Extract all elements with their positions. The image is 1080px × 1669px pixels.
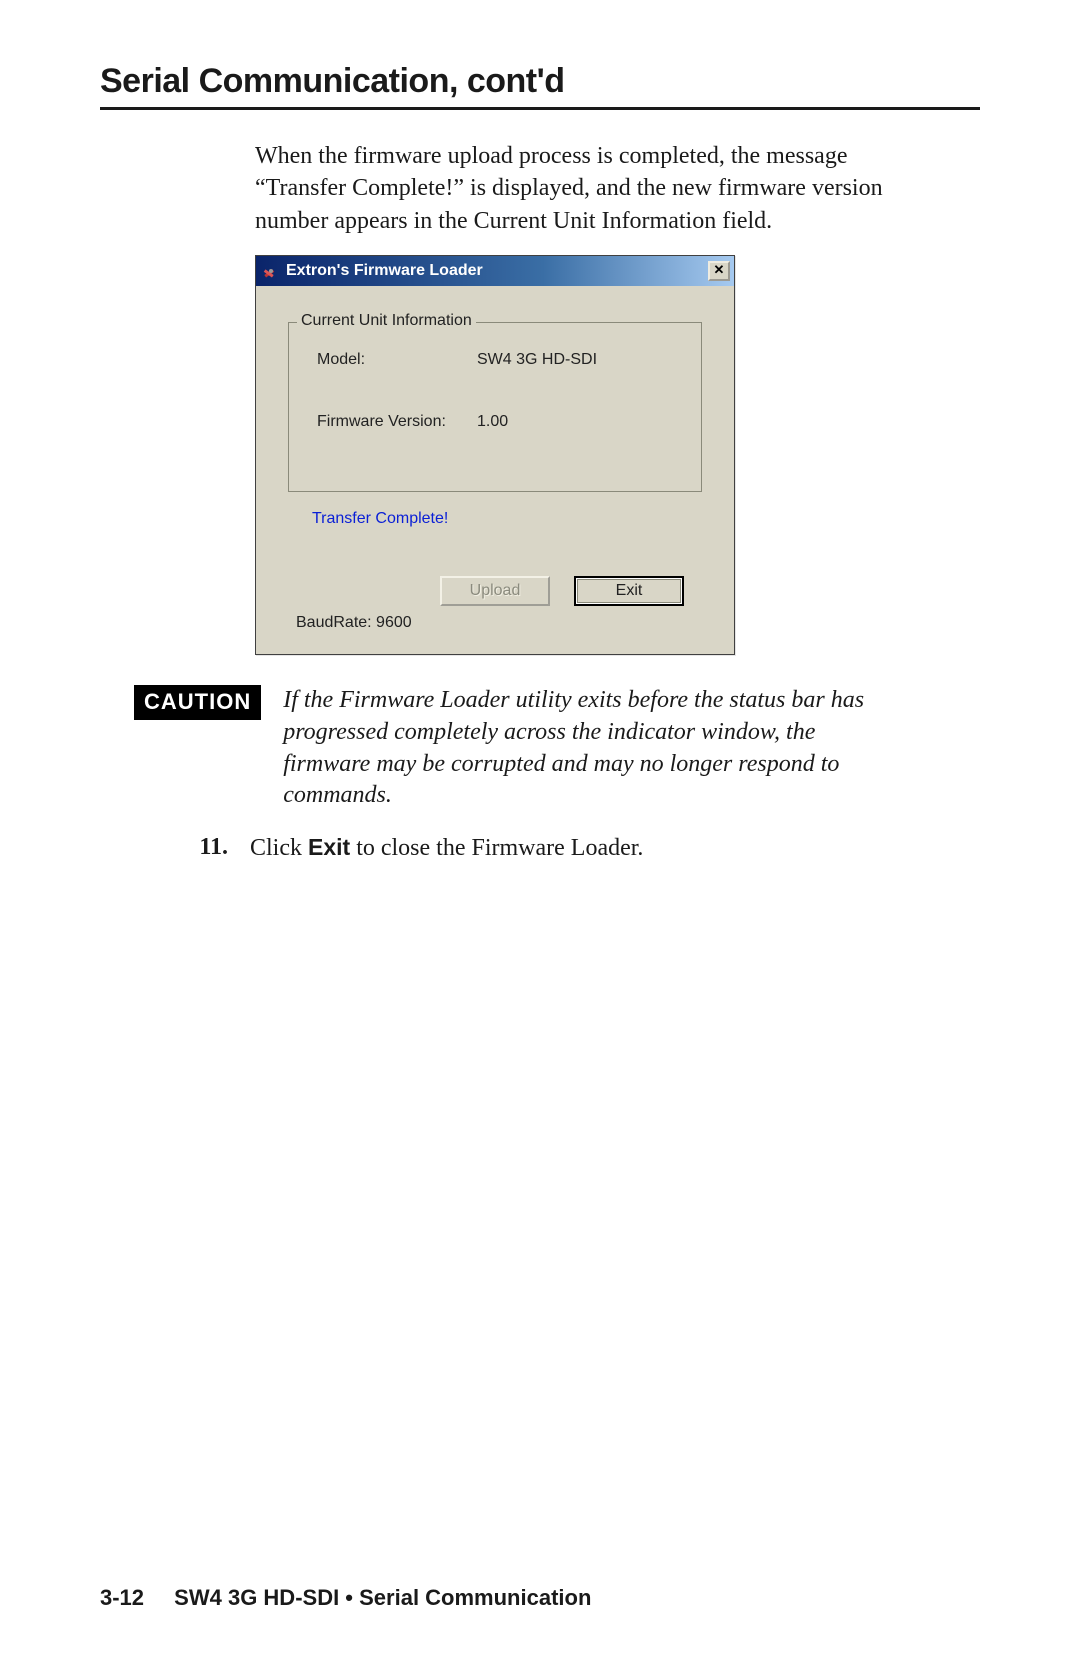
dialog-titlebar: Extron's Firmware Loader ✕	[256, 256, 734, 286]
page-footer: 3-12 SW4 3G HD-SDI • Serial Communicatio…	[100, 1585, 591, 1611]
current-unit-groupbox: Current Unit Information Model: SW4 3G H…	[288, 322, 702, 492]
page-number: 3-12	[100, 1585, 144, 1610]
step-number: 11.	[190, 834, 228, 862]
caution-badge: CAUTION	[134, 685, 261, 720]
model-value: SW4 3G HD-SDI	[477, 351, 597, 369]
model-label: Model:	[317, 351, 477, 369]
baud-rate-label: BaudRate: 9600	[296, 614, 714, 632]
app-icon	[262, 262, 280, 280]
status-message: Transfer Complete!	[312, 510, 714, 528]
dialog-title: Extron's Firmware Loader	[286, 262, 708, 280]
caution-text: If the Firmware Loader utility exits bef…	[283, 685, 903, 812]
close-icon[interactable]: ✕	[708, 261, 730, 281]
step-text: Click Exit to close the Firmware Loader.	[250, 834, 643, 862]
upload-button[interactable]: Upload	[440, 576, 550, 606]
firmware-version-value: 1.00	[477, 413, 508, 431]
firmware-loader-dialog: Extron's Firmware Loader ✕ Current Unit …	[255, 255, 735, 655]
page-title: Serial Communication, cont'd	[100, 62, 980, 110]
firmware-version-label: Firmware Version:	[317, 413, 477, 431]
exit-button[interactable]: Exit	[574, 576, 684, 606]
footer-text: SW4 3G HD-SDI • Serial Communication	[174, 1585, 591, 1610]
groupbox-legend: Current Unit Information	[297, 312, 476, 330]
intro-paragraph: When the firmware upload process is comp…	[255, 140, 885, 237]
